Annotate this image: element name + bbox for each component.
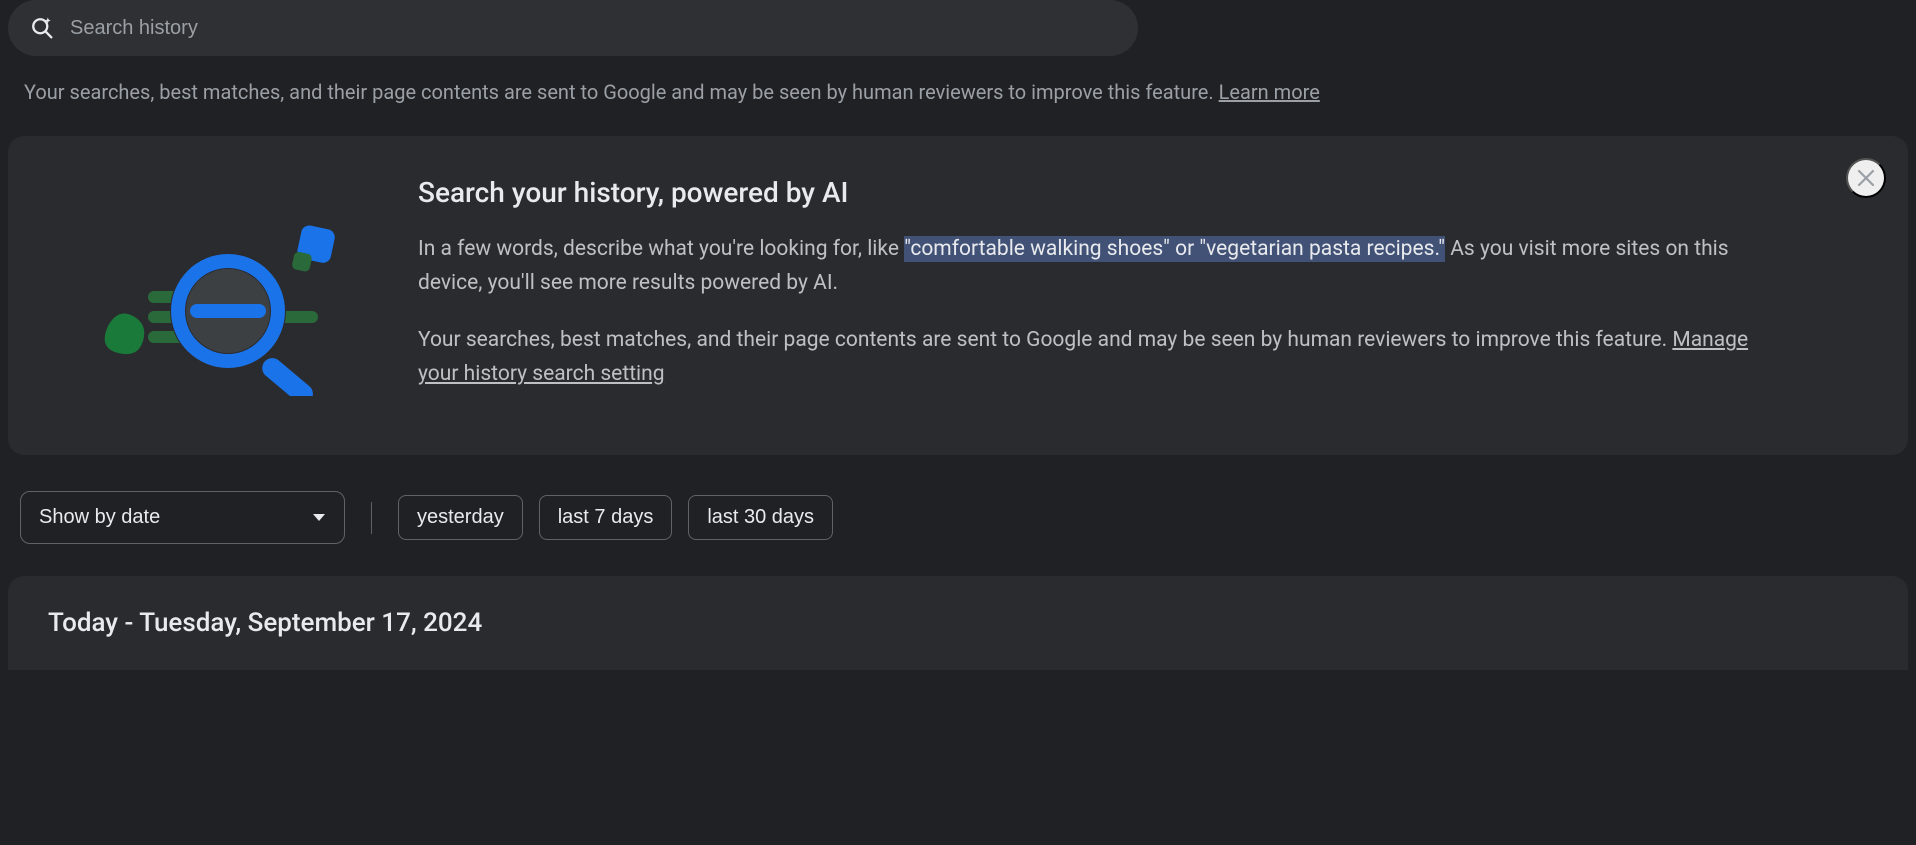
ai-card-content: Search your history, powered by AI In a … <box>388 176 1868 415</box>
ai-card-paragraph-2: Your searches, best matches, and their p… <box>418 324 1788 391</box>
filter-divider <box>371 502 372 534</box>
close-icon <box>1854 166 1878 190</box>
chip-last-7-days[interactable]: last 7 days <box>539 495 673 540</box>
ai-search-icon <box>28 14 56 42</box>
ai-info-card: Search your history, powered by AI In a … <box>8 136 1908 455</box>
ai-para2-lead: Your searches, best matches, and their p… <box>418 328 1672 352</box>
chip-yesterday[interactable]: yesterday <box>398 495 523 540</box>
search-bar[interactable] <box>8 0 1138 56</box>
ai-illustration <box>48 176 388 396</box>
date-heading-today: Today - Tuesday, September 17, 2024 <box>48 608 1868 638</box>
ai-card-paragraph-1: In a few words, describe what you're loo… <box>418 233 1788 300</box>
ai-example-highlight: "comfortable walking shoes" or "vegetari… <box>904 236 1445 262</box>
history-date-section: Today - Tuesday, September 17, 2024 <box>8 576 1908 670</box>
chip-last-30-days[interactable]: last 30 days <box>688 495 833 540</box>
dropdown-triangle-icon <box>312 513 326 523</box>
ai-para1-lead: In a few words, describe what you're loo… <box>418 237 904 261</box>
close-button[interactable] <box>1846 158 1886 198</box>
show-by-date-dropdown[interactable]: Show by date <box>20 491 345 544</box>
learn-more-link[interactable]: Learn more <box>1219 80 1320 104</box>
disclaimer-body: Your searches, best matches, and their p… <box>24 80 1219 104</box>
filter-row: Show by date yesterday last 7 days last … <box>0 467 1916 576</box>
show-by-date-label: Show by date <box>39 506 160 529</box>
search-input[interactable] <box>70 17 1118 40</box>
disclaimer-text: Your searches, best matches, and their p… <box>0 64 1916 124</box>
ai-card-title: Search your history, powered by AI <box>418 176 1788 209</box>
